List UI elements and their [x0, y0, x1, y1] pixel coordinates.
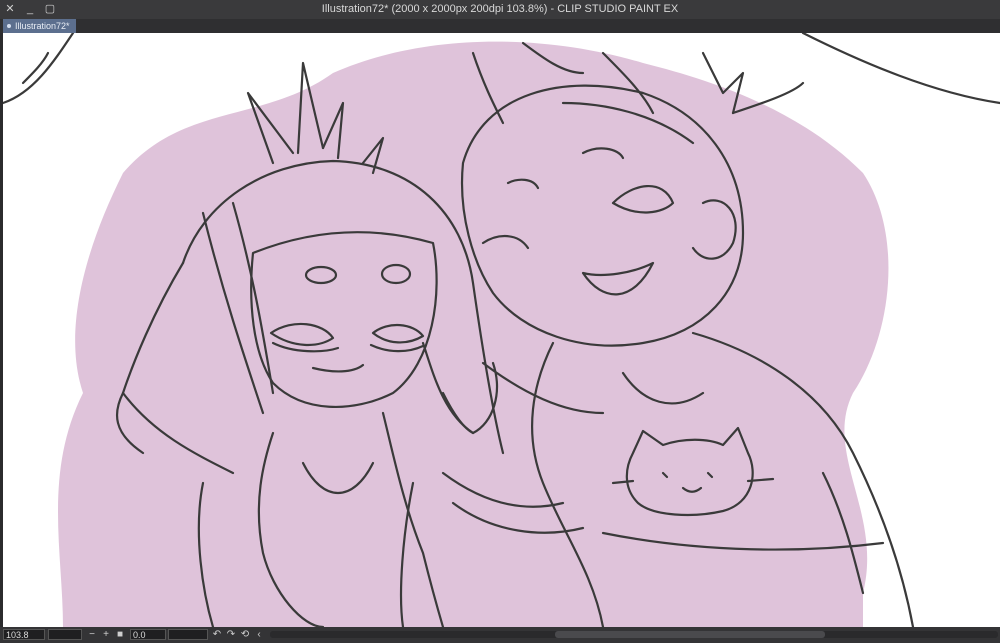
rotation-slider[interactable]	[168, 629, 208, 640]
document-tab-bar: Illustration72*	[0, 19, 1000, 33]
rotate-right-icon[interactable]: ↷	[225, 628, 237, 641]
tab-illustration72[interactable]: Illustration72*	[3, 19, 76, 33]
horizontal-scrollbar-thumb[interactable]	[555, 631, 825, 638]
rotation-field[interactable]: 0.0	[130, 629, 166, 640]
sketch-artwork	[3, 33, 1000, 627]
rotate-left-icon[interactable]: ↶	[211, 628, 223, 641]
zoom-out-icon[interactable]: −	[86, 628, 98, 641]
background-wash	[58, 41, 889, 627]
zoom-in-icon[interactable]: +	[100, 628, 112, 641]
title-bar: ✕ _ ▢ Illustration72* (2000 x 2000px 200…	[0, 0, 1000, 19]
tab-label: Illustration72*	[15, 21, 70, 31]
zoom-slider[interactable]	[48, 629, 82, 640]
status-bar: 103.8 − + ■ 0.0 ↶ ↷ ⟲ ‹	[0, 627, 1000, 643]
zoom-field[interactable]: 103.8	[3, 629, 45, 640]
fit-icon[interactable]: ■	[114, 628, 126, 641]
tab-dot-icon	[7, 24, 11, 28]
canvas[interactable]	[3, 33, 1000, 627]
window-title: Illustration72* (2000 x 2000px 200dpi 10…	[321, 3, 679, 15]
reset-rotation-icon[interactable]: ⟲	[239, 628, 251, 641]
collapse-icon[interactable]: ‹	[253, 628, 265, 641]
